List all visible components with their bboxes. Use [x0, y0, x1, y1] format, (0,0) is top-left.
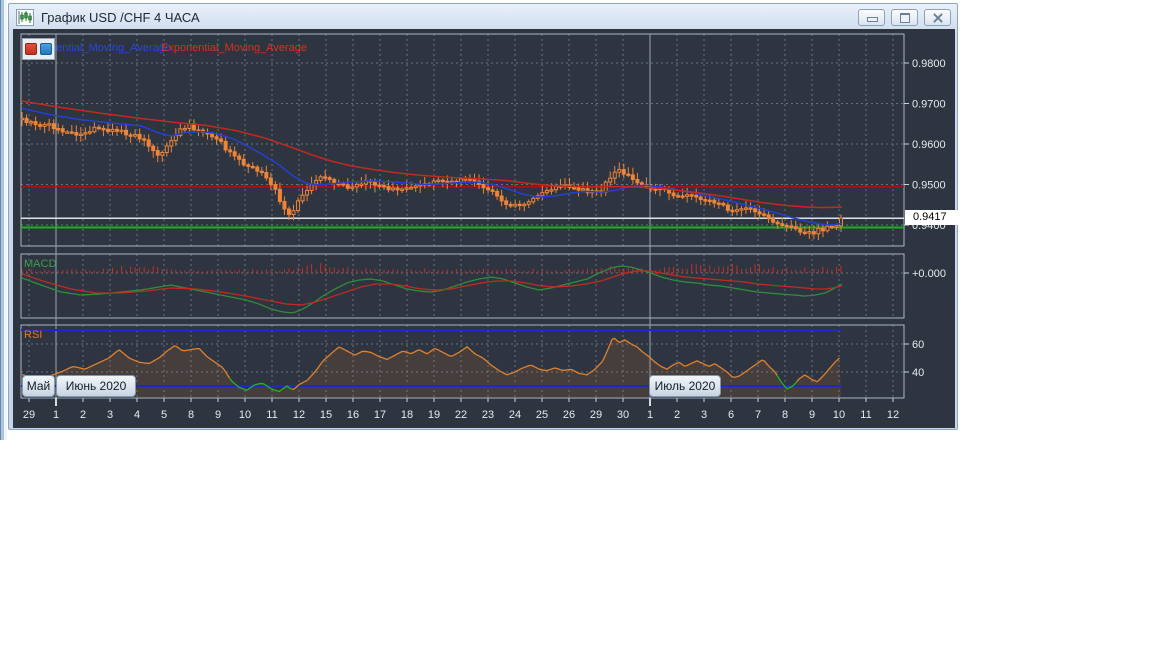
svg-text:3: 3	[701, 409, 707, 421]
svg-text:17: 17	[374, 409, 386, 421]
window-title: График USD /CHF 4 ЧАСА	[41, 9, 200, 25]
svg-text:12: 12	[887, 409, 899, 421]
chart-client-area: 0.9800 0.9700 0.9600 0.9500 0.9400 +0.000 60 40…	[13, 29, 958, 428]
window-controls	[858, 9, 951, 26]
svg-text:18: 18	[401, 409, 413, 421]
svg-text:24: 24	[509, 409, 521, 421]
svg-text:1: 1	[647, 409, 653, 421]
indicator-toggle-blue-button[interactable]	[40, 43, 52, 55]
svg-text:2: 2	[80, 409, 86, 421]
svg-text:3: 3	[107, 409, 113, 421]
svg-text:5: 5	[161, 409, 167, 421]
svg-text:1: 1	[53, 409, 59, 421]
svg-text:0.9700: 0.9700	[912, 99, 946, 111]
maximize-button[interactable]	[891, 9, 918, 26]
svg-text:2: 2	[674, 409, 680, 421]
price-chart-canvas: 0.98000.97000.96000.95000.9400+0.0006040…	[20, 33, 946, 421]
svg-text:0.9500: 0.9500	[912, 180, 946, 192]
svg-text:30: 30	[617, 409, 629, 421]
svg-text:9: 9	[809, 409, 815, 421]
svg-text:9: 9	[215, 409, 221, 421]
svg-text:11: 11	[266, 409, 277, 421]
svg-text:0.9800: 0.9800	[912, 58, 946, 70]
svg-text:16: 16	[347, 409, 359, 421]
svg-text:6: 6	[728, 409, 734, 421]
svg-text:10: 10	[239, 409, 251, 421]
svg-text:23: 23	[482, 409, 494, 421]
svg-text:29: 29	[23, 409, 35, 421]
titlebar[interactable]: График USD /CHF 4 ЧАСА	[11, 5, 955, 29]
desktop: График USD /CHF 4 ЧАСА 0.9800 0.9700 0.960…	[0, 0, 1152, 648]
svg-text:0.9600: 0.9600	[912, 139, 946, 151]
svg-text:40: 40	[912, 367, 924, 379]
indicator-toggle-panel	[22, 38, 55, 60]
svg-text:25: 25	[536, 409, 548, 421]
svg-text:10: 10	[833, 409, 845, 421]
month-button-may[interactable]: Май	[22, 375, 55, 397]
svg-text:19: 19	[428, 409, 440, 421]
svg-text:15: 15	[320, 409, 332, 421]
minimize-button[interactable]	[858, 9, 885, 26]
svg-text:11: 11	[860, 409, 871, 421]
svg-text:60: 60	[912, 339, 924, 351]
candlestick-chart-icon	[16, 8, 34, 26]
svg-text:22: 22	[455, 409, 467, 421]
svg-text:8: 8	[188, 409, 194, 421]
legend-ema-slow-label: Exponential_Moving_Average	[161, 42, 307, 54]
svg-text:7: 7	[755, 409, 761, 421]
indicator-toggle-red-button[interactable]	[25, 43, 37, 55]
svg-text:+0.000: +0.000	[912, 268, 946, 280]
svg-text:MACD: MACD	[24, 258, 56, 270]
svg-text:4: 4	[134, 409, 140, 421]
left-edge-strip	[0, 0, 7, 440]
svg-text:26: 26	[563, 409, 575, 421]
month-button-july[interactable]: Июль 2020	[649, 375, 721, 397]
svg-text:RSI: RSI	[24, 329, 42, 341]
svg-text:8: 8	[782, 409, 788, 421]
svg-text:29: 29	[590, 409, 602, 421]
chart-window: График USD /CHF 4 ЧАСА 0.9800 0.9700 0.960…	[8, 3, 958, 430]
close-button[interactable]	[924, 9, 951, 26]
month-button-june[interactable]: Июнь 2020	[56, 375, 136, 397]
current-price-tag: 0.9417	[905, 210, 958, 225]
svg-text:12: 12	[293, 409, 305, 421]
